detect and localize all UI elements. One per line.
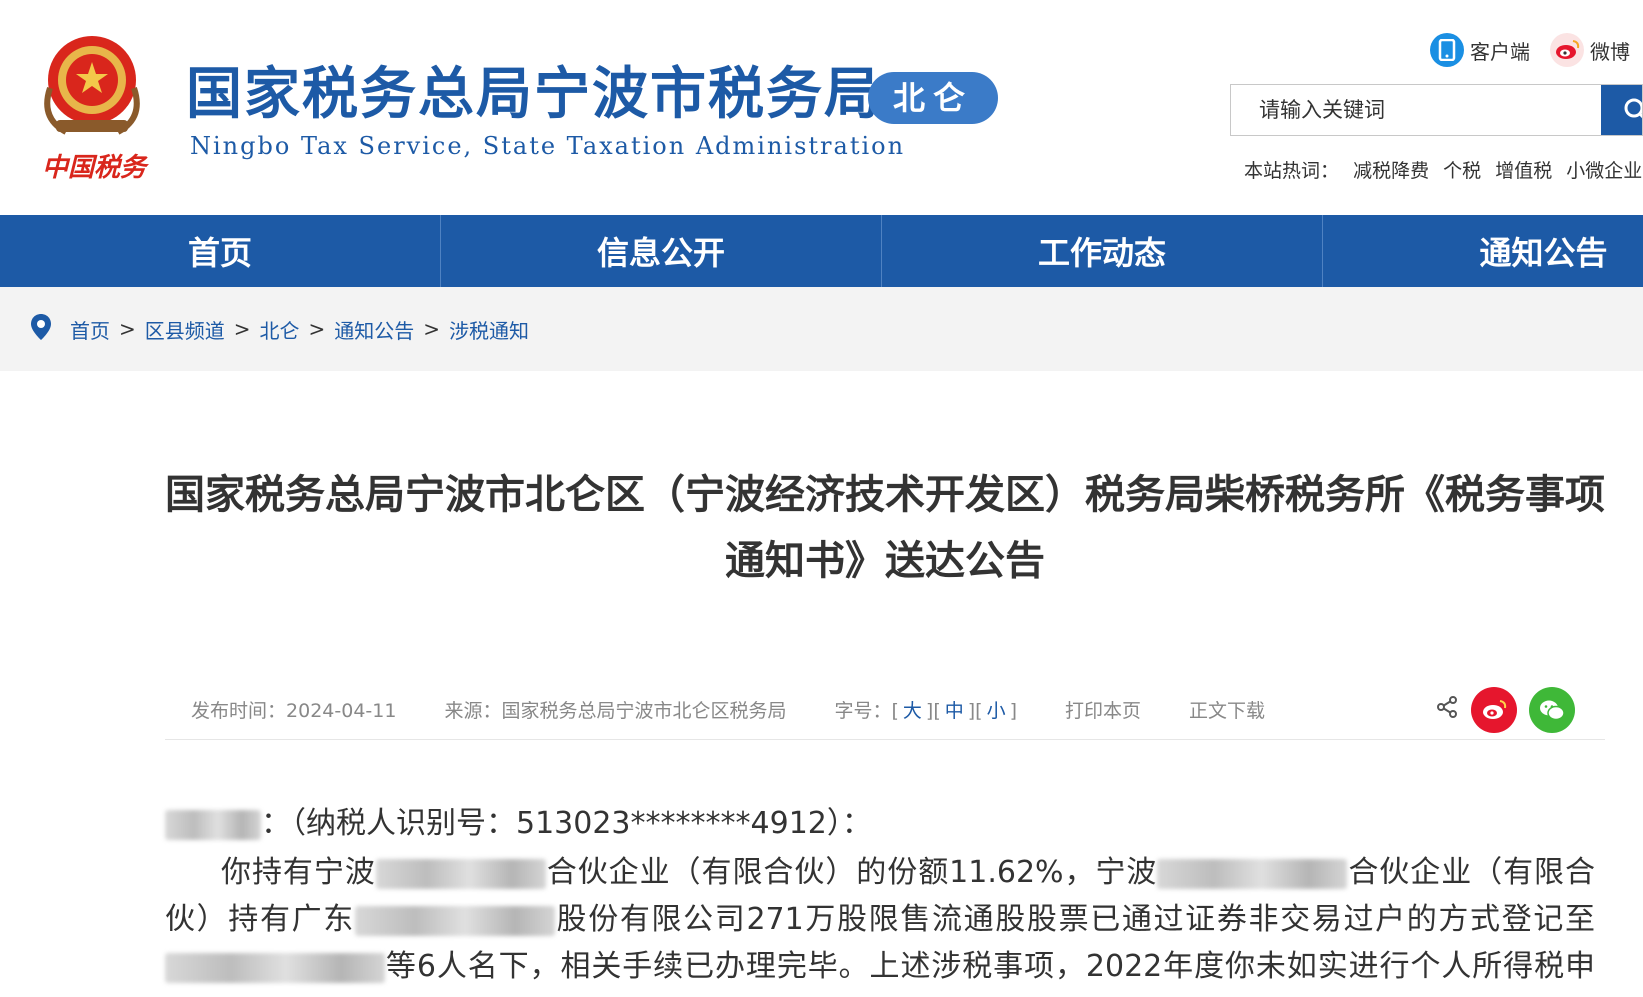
addressee-line: ：（纳税人识别号：513023********4912）： [165,800,1595,847]
breadcrumb-item[interactable]: 首页 [70,315,110,344]
source-value: 国家税务总局宁波市北仑区税务局 [501,700,787,722]
client-link-label: 客户端 [1470,39,1530,64]
site-title[interactable]: 国家税务总局宁波市税务局 [186,58,882,132]
weibo-icon [1550,33,1584,67]
article-meta: 发布时间：2024-04-11 来源：国家税务总局宁波市北仑区税务局 字号：[大… [165,680,1605,740]
hot-word-link[interactable]: 个税 [1443,160,1481,182]
weibo-share-icon[interactable] [1471,686,1517,733]
addressee-text: ：（纳税人识别号：513023********4912）： [261,806,872,841]
article-paragraph: 你持有宁波 合伙企业（有限合伙）的份额11.62%，宁波 合伙企业（有限合伙）持有广… [165,849,1595,997]
download-button[interactable]: 正文下载 [1189,696,1265,723]
redacted-name [165,809,261,840]
wechat-share-icon[interactable] [1529,686,1575,733]
font-size-small[interactable]: 小 [987,700,1006,722]
breadcrumb-item[interactable]: 涉税通知 [449,315,529,344]
source-label: 来源： [444,700,502,722]
hot-word-link[interactable]: 小微企业 [1566,160,1642,182]
main-nav: 首页 信息公开 工作动态 通知公告 [0,215,1643,287]
breadcrumb-separator: > [423,317,441,341]
redacted-text [375,858,546,889]
font-size-medium[interactable]: 中 [945,700,964,722]
nav-item-info-disclosure[interactable]: 信息公开 [441,215,882,287]
publish-label: 发布时间： [191,700,287,722]
client-link[interactable]: 客户端 [1430,33,1530,67]
redacted-text [1157,858,1348,889]
search-box [1230,84,1643,136]
article-source: 来源：国家税务总局宁波市北仑区税务局 [444,696,786,723]
font-size-label: 字号： [834,700,892,722]
redacted-text [165,952,385,983]
article-body: ：（纳税人识别号：513023********4912）： 你持有宁波 合伙企业（… [165,800,1595,997]
para-text: 股份有限公司271万股限售流通股股票已通过证券非交易过户的方式登记至 [554,902,1595,937]
site-header: 中国税务 国家税务总局宁波市税务局 北仑 Ningbo Tax Service,… [0,0,1643,215]
tax-emblem-logo[interactable]: 中国税务 [36,28,156,188]
nav-item-work-news[interactable]: 工作动态 [882,215,1323,287]
site-subtitle: Ningbo Tax Service, State Taxation Admin… [190,132,906,160]
hot-words-label: 本站热词： [1244,160,1340,182]
weibo-link[interactable]: 微博 [1550,33,1630,67]
nav-item-home[interactable]: 首页 [0,215,441,287]
breadcrumb: 首页 > 区县频道 > 北仑 > 通知公告 > 涉税通知 [0,287,1643,371]
print-button[interactable]: 打印本页 [1065,696,1141,723]
district-badge: 北仑 [868,72,998,124]
breadcrumb-separator: > [119,317,136,341]
breadcrumb-separator: > [233,317,251,341]
article-title: 国家税务总局宁波市北仑区（宁波经济技术开发区）税务局柴桥税务所《税务事项通知书》… [165,472,1605,584]
redacted-text [354,905,555,936]
font-size-control: 字号：[大][中][小] [834,700,1018,722]
weibo-link-label: 微博 [1590,39,1630,64]
search-button[interactable] [1601,85,1642,135]
publish-date-value: 2024-04-11 [286,700,397,722]
search-input[interactable] [1231,85,1601,135]
search-icon [1624,98,1642,119]
share-bar [1435,686,1575,733]
breadcrumb-item[interactable]: 北仑 [260,315,300,344]
para-text: 合伙企业（有限合伙）的份额11.62%，宁波 [545,855,1158,890]
para-text: 你持有宁波 [221,855,376,890]
nav-item-notices[interactable]: 通知公告 [1323,215,1643,287]
top-links: 客户端 微博 [1430,30,1643,70]
breadcrumb-item[interactable]: 区县频道 [145,315,225,344]
hot-word-link[interactable]: 减税降费 [1353,160,1429,182]
hot-word-link[interactable]: 增值税 [1495,160,1552,182]
font-size-large[interactable]: 大 [903,700,922,722]
logo-text: 中国税务 [42,153,150,183]
breadcrumb-item[interactable]: 通知公告 [334,315,414,344]
location-pin-icon [30,313,52,345]
breadcrumb-separator: > [308,317,326,341]
hot-words: 本站热词： 减税降费 个税 增值税 小微企业 [1244,156,1643,183]
publish-date: 发布时间：2024-04-11 [191,696,396,723]
share-icon[interactable] [1435,695,1459,724]
mobile-client-icon [1430,33,1464,67]
